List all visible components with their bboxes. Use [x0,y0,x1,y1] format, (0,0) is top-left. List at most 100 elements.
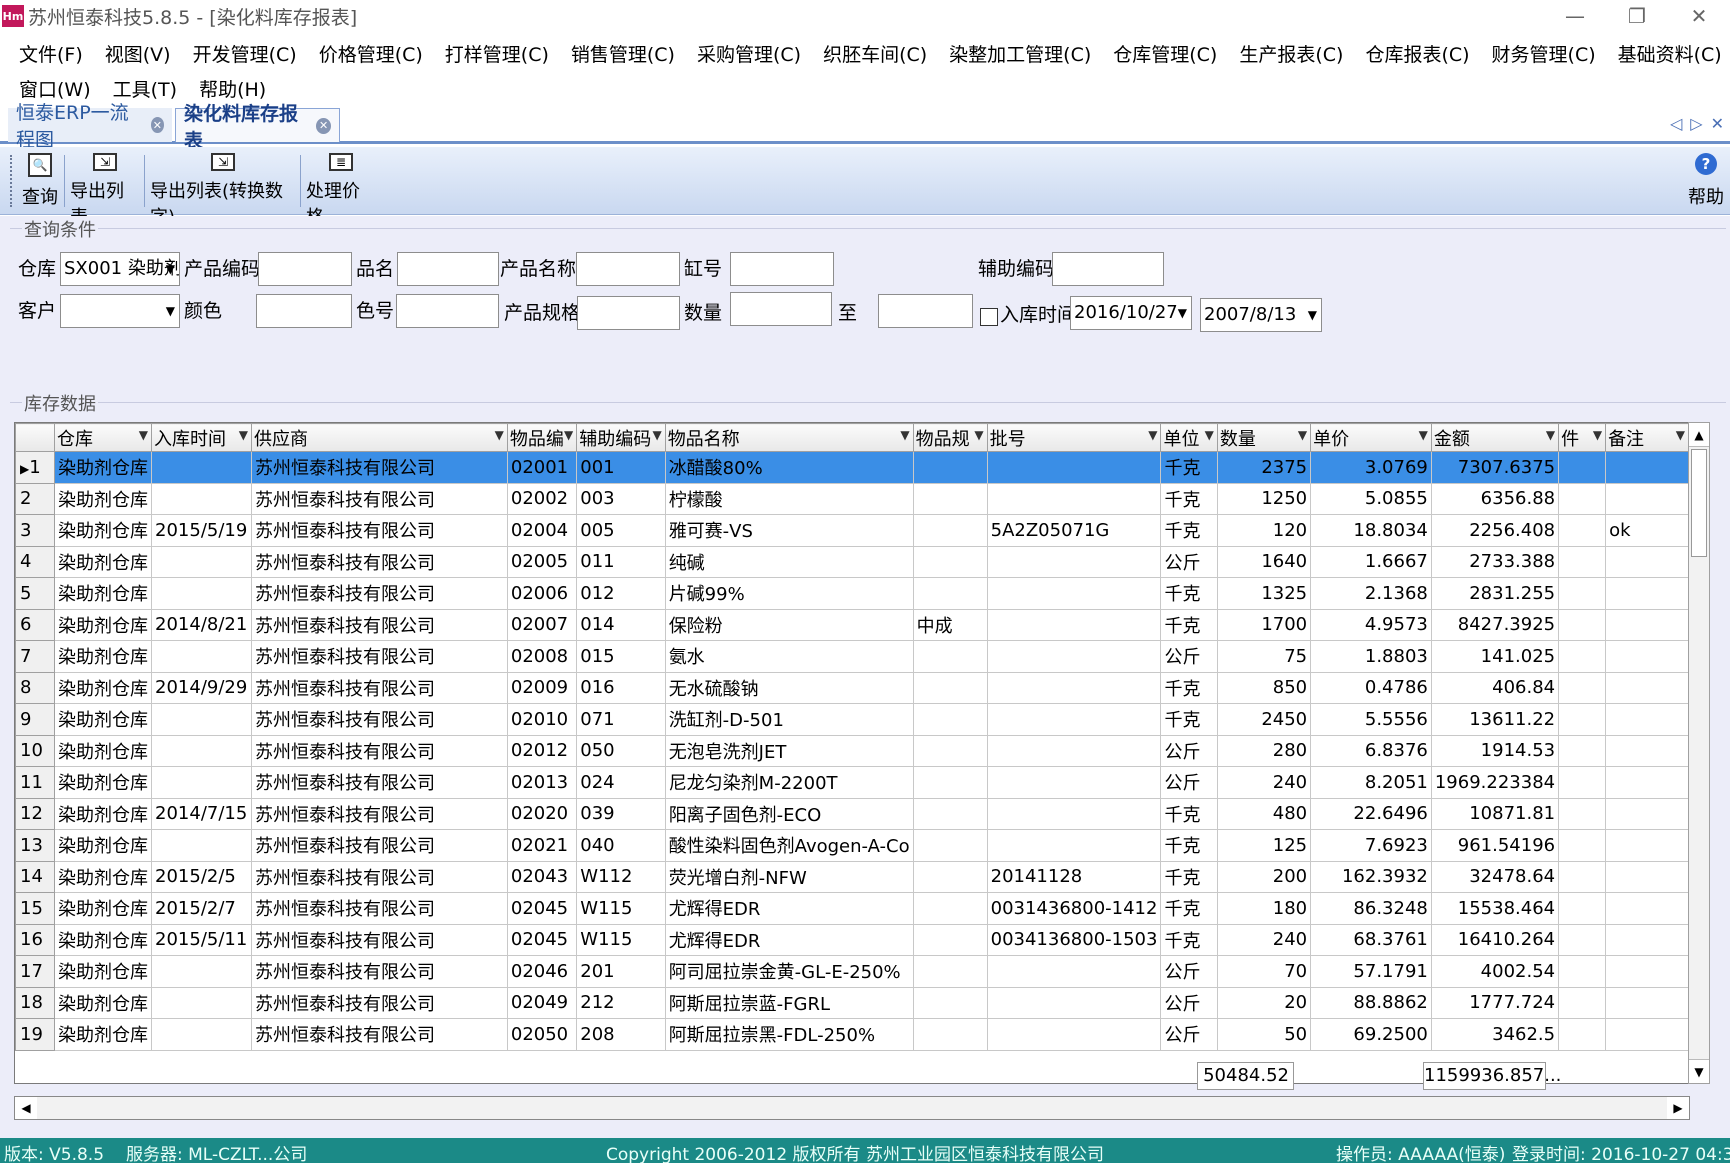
product-code-input[interactable] [258,252,352,286]
row-header[interactable]: 13 [15,829,56,862]
table-cell[interactable]: W112 [576,860,666,893]
table-cell[interactable] [1558,577,1607,610]
table-row[interactable]: 10 染助剂仓库 苏州恒泰科技有限公司 02012 050 无泡皂洗剂JET 公斤 280 6.… [15,734,1689,767]
table-cell[interactable]: 染助剂仓库 [54,671,153,704]
table-cell[interactable]: 公斤 [1160,955,1218,988]
filter-dropdown-icon[interactable]: ▼ [1546,428,1555,442]
table-cell[interactable]: 141.025 [1430,640,1560,673]
row-header[interactable]: 10 [15,734,56,767]
row-header[interactable]: 12 [15,797,56,830]
table-cell[interactable]: 02021 [506,829,578,862]
table-cell[interactable]: 荧光增白剂-NFW [664,860,914,893]
table-cell[interactable]: 0034136800-1503 [986,923,1162,956]
table-cell[interactable]: 02002 [506,482,578,515]
table-cell[interactable] [986,986,1162,1019]
table-cell[interactable]: 8427.3925 [1430,608,1560,641]
table-cell[interactable]: 005 [576,514,666,547]
table-row[interactable]: 6 染助剂仓库 2014/8/21 苏州恒泰科技有限公司 02007 014 保险粉 中成 千克… [15,608,1689,641]
table-cell[interactable]: 染助剂仓库 [54,986,153,1019]
aux-code-input[interactable] [1052,252,1164,286]
table-cell[interactable]: W115 [576,892,666,925]
table-cell[interactable]: 850 [1216,671,1312,704]
table-cell[interactable] [151,734,252,767]
table-cell[interactable]: 染助剂仓库 [54,577,153,610]
table-cell[interactable] [912,829,988,862]
table-cell[interactable] [1605,451,1689,484]
qty-from-input[interactable] [730,292,832,326]
table-cell[interactable] [151,766,252,799]
table-cell[interactable] [1605,608,1689,641]
table-cell[interactable]: 201 [576,955,666,988]
table-cell[interactable]: 7.6923 [1310,829,1432,862]
table-cell[interactable]: 02043 [506,860,578,893]
table-cell[interactable] [1605,955,1689,988]
table-cell[interactable]: 071 [576,703,666,736]
vertical-scrollbar[interactable]: ▲ ▼ [1688,422,1710,1084]
vat-input[interactable] [730,252,834,286]
table-row[interactable]: 11 染助剂仓库 苏州恒泰科技有限公司 02013 024 尼龙匀染剂M-2200T 公斤 2… [15,766,1689,799]
table-cell[interactable]: 0.4786 [1310,671,1432,704]
table-cell[interactable]: 苏州恒泰科技有限公司 [250,766,508,799]
column-header[interactable]: 仓库 ▼ [54,423,153,452]
table-cell[interactable]: 3.0769 [1310,451,1432,484]
menu-item[interactable]: 开发管理(C) [182,40,308,67]
table-cell[interactable]: 18.8034 [1310,514,1432,547]
table-cell[interactable]: 苏州恒泰科技有限公司 [250,797,508,830]
name-input[interactable] [397,252,499,286]
table-cell[interactable]: 015 [576,640,666,673]
table-cell[interactable]: 02010 [506,703,578,736]
export-convert-button[interactable]: ⇲ 导出列表(转换数字) [150,151,296,228]
table-cell[interactable]: 尤辉得EDR [664,923,914,956]
table-cell[interactable] [912,860,988,893]
table-cell[interactable]: 02009 [506,671,578,704]
table-cell[interactable]: 1700 [1216,608,1312,641]
table-cell[interactable]: 苏州恒泰科技有限公司 [250,608,508,641]
column-header[interactable]: 单价 ▼ [1310,423,1432,452]
table-cell[interactable]: 180 [1216,892,1312,925]
table-row[interactable]: 8 染助剂仓库 2014/9/29 苏州恒泰科技有限公司 02009 016 无水硫酸钠 千克… [15,671,1689,704]
table-cell[interactable] [1605,703,1689,736]
table-cell[interactable] [1558,514,1607,547]
table-cell[interactable] [912,703,988,736]
tab-close-all-icon[interactable]: ✕ [1711,114,1724,133]
filter-dropdown-icon[interactable]: ▼ [564,428,573,442]
menu-item[interactable]: 文件(F) [8,40,94,67]
table-cell[interactable]: 阿斯屈拉崇黑-FDL-250% [664,1018,914,1051]
menu-item[interactable]: 打样管理(C) [434,40,560,67]
scroll-right-icon[interactable]: ▶ [1667,1097,1689,1119]
table-cell[interactable] [1558,451,1607,484]
table-cell[interactable]: 02050 [506,1018,578,1051]
table-cell[interactable]: 2015/5/11 [151,923,252,956]
table-cell[interactable]: 2.1368 [1310,577,1432,610]
column-header[interactable]: 数量 ▼ [1216,423,1312,452]
table-cell[interactable]: 染助剂仓库 [54,608,153,641]
table-cell[interactable] [912,986,988,1019]
table-cell[interactable]: 千克 [1160,860,1218,893]
menu-item[interactable]: 织胚车间(C) [812,40,938,67]
table-cell[interactable]: 染助剂仓库 [54,545,153,578]
table-cell[interactable]: 2014/8/21 [151,608,252,641]
table-cell[interactable]: 染助剂仓库 [54,797,153,830]
table-cell[interactable]: 02005 [506,545,578,578]
table-cell[interactable]: 480 [1216,797,1312,830]
table-cell[interactable]: 5.0855 [1310,482,1432,515]
tab-scroll-right-icon[interactable]: ▷ [1690,114,1702,133]
table-cell[interactable]: 02045 [506,892,578,925]
table-cell[interactable]: 阿司屈拉崇金黄-GL-E-250% [664,955,914,988]
table-cell[interactable]: 苏州恒泰科技有限公司 [250,734,508,767]
table-cell[interactable]: 片碱99% [664,577,914,610]
menu-item[interactable]: 仓库管理(C) [1102,40,1228,67]
row-header[interactable]: 18 [15,986,56,1019]
toolbar-grip[interactable] [10,155,14,207]
table-cell[interactable]: 染助剂仓库 [54,734,153,767]
table-cell[interactable]: 125 [1216,829,1312,862]
table-cell[interactable] [912,892,988,925]
table-cell[interactable]: 1325 [1216,577,1312,610]
table-cell[interactable] [1605,577,1689,610]
customer-select[interactable]: ▼ [60,294,180,328]
table-cell[interactable]: 苏州恒泰科技有限公司 [250,451,508,484]
table-cell[interactable]: 69.2500 [1310,1018,1432,1051]
table-cell[interactable]: 染助剂仓库 [54,514,153,547]
table-cell[interactable]: 208 [576,1018,666,1051]
filter-dropdown-icon[interactable]: ▼ [1593,428,1602,442]
